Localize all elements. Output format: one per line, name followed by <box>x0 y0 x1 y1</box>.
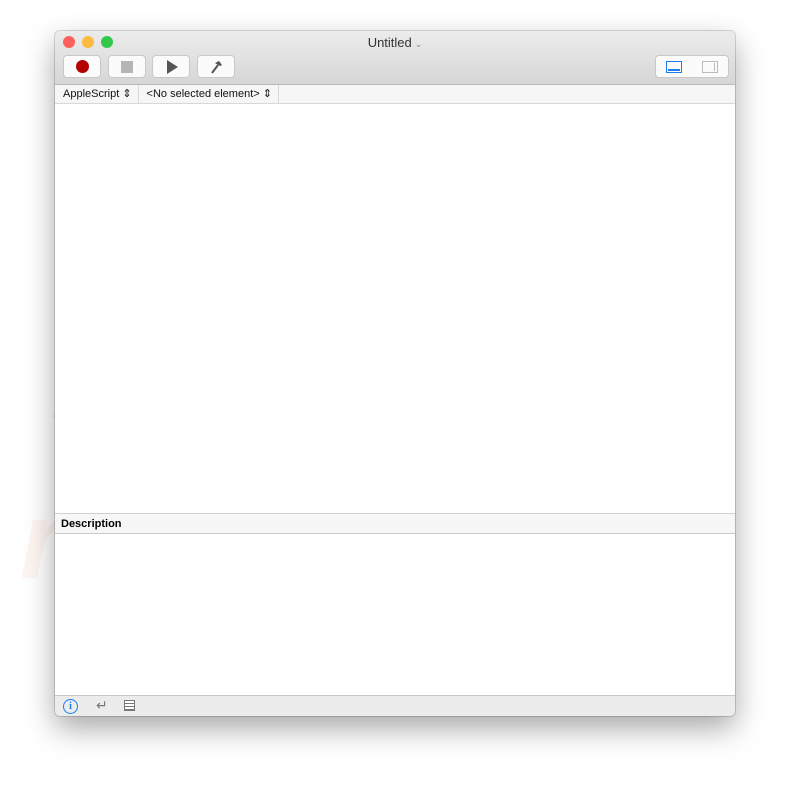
record-icon <box>75 60 89 73</box>
view-toggle <box>655 55 729 78</box>
script-editor-window: Untitled ⌄ AppleScript ⇕ <No selected ele… <box>55 31 735 716</box>
chevron-down-icon: ⌄ <box>414 39 423 49</box>
description-header: Description <box>55 513 735 534</box>
return-icon[interactable]: ↵ <box>96 697 108 714</box>
element-selector[interactable]: <No selected element> ⇕ <box>139 85 279 103</box>
compile-button[interactable] <box>197 55 235 78</box>
updown-chevron-icon: ⇕ <box>122 88 132 100</box>
title-bar: Untitled ⌄ <box>55 31 735 85</box>
bottom-bar: i ↵ <box>55 695 735 716</box>
show-bottom-pane-button[interactable] <box>666 60 682 73</box>
updown-chevron-icon: ⇕ <box>262 88 272 100</box>
description-area[interactable] <box>55 535 735 695</box>
list-icon[interactable] <box>124 700 135 711</box>
info-icon[interactable]: i <box>63 699 78 714</box>
language-selector[interactable]: AppleScript ⇕ <box>55 85 139 103</box>
window-title[interactable]: Untitled ⌄ <box>55 35 735 50</box>
stop-button[interactable] <box>108 55 146 78</box>
hammer-icon <box>211 60 222 74</box>
play-icon <box>167 59 178 74</box>
show-side-pane-button[interactable] <box>702 60 718 73</box>
record-button[interactable] <box>63 55 101 78</box>
navigation-bar: AppleScript ⇕ <No selected element> ⇕ <box>55 85 735 104</box>
run-button[interactable] <box>152 55 190 78</box>
stop-icon <box>121 60 133 73</box>
script-editor-area[interactable] <box>55 104 735 513</box>
